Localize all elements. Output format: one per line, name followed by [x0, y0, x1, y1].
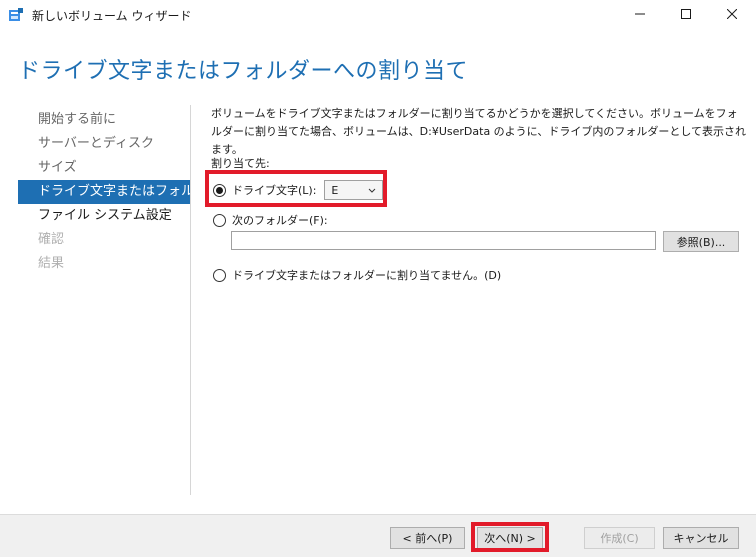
no-assignment-radio[interactable] [213, 268, 226, 282]
folder-label: 次のフォルダー(F): [232, 214, 328, 227]
maximize-icon [681, 8, 691, 22]
drive-letter-highlight [205, 170, 387, 207]
cancel-button[interactable]: キャンセル [663, 527, 739, 549]
close-button[interactable] [709, 0, 755, 30]
nav-item-size[interactable]: サイズ [18, 156, 190, 180]
minimize-button[interactable] [617, 0, 663, 30]
create-button: 作成(C) [584, 527, 655, 549]
page-title: ドライブ文字またはフォルダーへの割り当て [18, 59, 469, 84]
window-title: 新しいボリューム ウィザード [32, 9, 192, 23]
no-assignment-option[interactable]: ドライブ文字またはフォルダーに割り当てません。(D) [213, 267, 501, 283]
browse-button[interactable]: 参照(B)... [663, 231, 739, 252]
page-description: ボリュームをドライブ文字またはフォルダーに割り当てるかどうかを選択してください。… [211, 107, 747, 156]
nav-item-file-system-settings[interactable]: ファイル システム設定 [18, 204, 190, 228]
folder-radio[interactable] [213, 213, 226, 227]
back-button[interactable]: < 前へ(P) [390, 527, 465, 549]
assign-to-label: 割り当て先: [211, 157, 270, 170]
next-button-highlight [471, 522, 549, 552]
nav-item-confirmation: 確認 [38, 232, 65, 247]
wizard-nav: 開始する前に サーバーとディスク サイズ ドライブ文字またはフォルダー ファイル… [18, 108, 220, 276]
main-content: ボリュームをドライブ文字またはフォルダーに割り当てるかどうかを選択してください。… [211, 105, 747, 170]
nav-item-drive-letter-or-folder[interactable]: ドライブ文字またはフォルダー [18, 180, 220, 204]
folder-option[interactable]: 次のフォルダー(F): [213, 212, 328, 228]
nav-item-before-you-begin[interactable]: 開始する前に [18, 108, 190, 132]
nav-divider [190, 105, 191, 495]
nav-item-results: 結果 [38, 256, 65, 271]
nav-item-server-and-disk[interactable]: サーバーとディスク [18, 132, 190, 156]
volume-wizard-icon [8, 7, 24, 23]
maximize-button[interactable] [663, 0, 709, 30]
title-bar: 新しいボリューム ウィザード [0, 0, 756, 30]
close-icon [726, 8, 738, 22]
no-assignment-label: ドライブ文字またはフォルダーに割り当てません。(D) [232, 269, 502, 282]
folder-path-input[interactable] [231, 231, 656, 250]
minimize-icon [635, 8, 645, 22]
